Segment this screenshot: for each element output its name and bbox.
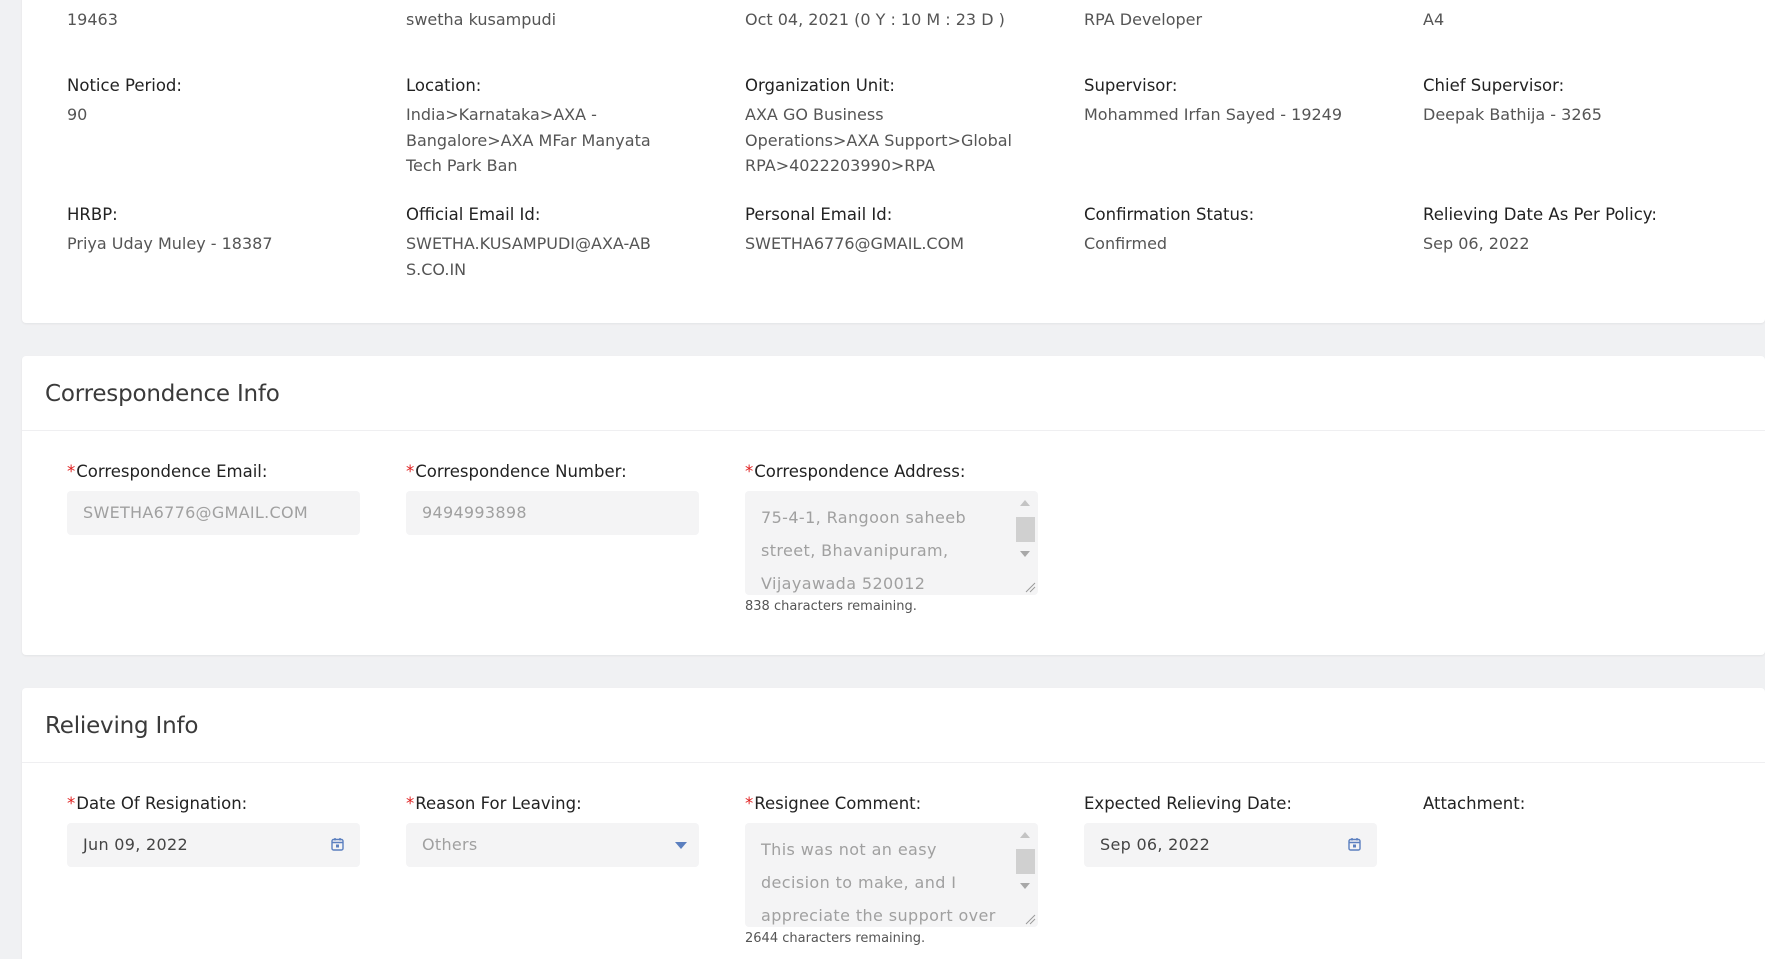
correspondence-address-field: *Correspondence Address: xyxy=(745,462,1045,481)
designation-field: RPA Developer xyxy=(1084,7,1384,33)
section-divider xyxy=(22,430,1765,431)
correspondence-number-field: *Correspondence Number: xyxy=(406,462,706,481)
relieving-date-policy-value: Sep 06, 2022 xyxy=(1423,234,1530,253)
joining-date-value: Oct 04, 2021 (0 Y : 10 M : 23 D ) xyxy=(745,10,1005,29)
scrollbar-thumb[interactable] xyxy=(1016,517,1035,542)
scroll-down-arrow-icon[interactable] xyxy=(1020,883,1030,889)
correspondence-email-field: *Correspondence Email: xyxy=(67,462,367,481)
scrollbar-thumb[interactable] xyxy=(1016,849,1035,874)
hrbp-field: HRBP: Priya Uday Muley - 18387 xyxy=(67,205,367,257)
resignee-comment-textarea[interactable]: This was not an easy decision to make, a… xyxy=(745,823,1038,927)
expected-relieving-date-label: Expected Relieving Date: xyxy=(1084,794,1292,813)
location-value: India>Karnataka>AXA - Bangalore>AXA MFar… xyxy=(406,105,651,175)
supervisor-label: Supervisor: xyxy=(1084,76,1178,95)
confirmation-status-label: Confirmation Status: xyxy=(1084,205,1255,224)
comment-characters-remaining: 2644 characters remaining. xyxy=(745,931,926,946)
section-divider xyxy=(22,762,1765,763)
date-of-resignation-value: Jun 09, 2022 xyxy=(83,835,188,854)
location-label: Location: xyxy=(406,76,482,95)
official-email-value: SWETHA.KUSAMPUDI@AXA-ABS.CO.IN xyxy=(406,234,651,279)
calendar-icon[interactable] xyxy=(1348,837,1361,851)
relieving-date-policy-field: Relieving Date As Per Policy: Sep 06, 20… xyxy=(1423,205,1723,257)
expected-relieving-date-field: Expected Relieving Date: xyxy=(1084,794,1384,813)
reason-for-leaving-value: Others xyxy=(422,835,478,854)
joining-date-field: Oct 04, 2021 (0 Y : 10 M : 23 D ) xyxy=(745,7,1065,33)
notice-period-field: Notice Period: 90 xyxy=(67,76,367,128)
relieving-date-policy-label: Relieving Date As Per Policy: xyxy=(1423,205,1657,224)
correspondence-address-textarea[interactable]: 75-4-1, Rangoon saheeb street, Bhavanipu… xyxy=(745,491,1038,595)
resize-handle-icon[interactable] xyxy=(1024,581,1036,593)
notice-period-label: Notice Period: xyxy=(67,76,182,95)
date-of-resignation-label: *Date Of Resignation: xyxy=(67,794,248,813)
employee-details-card: 19463 swetha kusampudi Oct 04, 2021 (0 Y… xyxy=(22,0,1765,323)
textarea-scrollbar[interactable] xyxy=(1015,827,1036,923)
correspondence-info-card: Correspondence Info *Correspondence Emai… xyxy=(22,356,1765,655)
relieving-info-title: Relieving Info xyxy=(45,713,199,739)
chevron-down-icon[interactable] xyxy=(675,842,687,849)
date-of-resignation-field: *Date Of Resignation: xyxy=(67,794,367,813)
correspondence-number-input[interactable]: 9494993898 xyxy=(406,491,699,535)
textarea-scrollbar[interactable] xyxy=(1015,495,1036,591)
attachment-label: Attachment: xyxy=(1423,794,1526,813)
correspondence-address-text: 75-4-1, Rangoon saheeb street, Bhavanipu… xyxy=(761,508,967,593)
calendar-icon[interactable] xyxy=(331,837,344,851)
attachment-field: Attachment: xyxy=(1423,794,1723,813)
scroll-down-arrow-icon[interactable] xyxy=(1020,551,1030,557)
required-mark: * xyxy=(406,462,415,481)
personal-email-field: Personal Email Id: SWETHA6776@GMAIL.COM xyxy=(745,205,1045,257)
correspondence-address-label: *Correspondence Address: xyxy=(745,462,966,481)
personal-email-value: SWETHA6776@GMAIL.COM xyxy=(745,234,964,253)
notice-period-value: 90 xyxy=(67,105,88,124)
supervisor-field: Supervisor: Mohammed Irfan Sayed - 19249 xyxy=(1084,76,1384,128)
chief-supervisor-value: Deepak Bathija - 3265 xyxy=(1423,105,1602,124)
reason-for-leaving-select[interactable]: Others xyxy=(406,823,699,867)
organization-unit-field: Organization Unit: AXA GO Business Opera… xyxy=(745,76,1020,179)
chief-supervisor-label: Chief Supervisor: xyxy=(1423,76,1565,95)
confirmation-status-field: Confirmation Status: Confirmed xyxy=(1084,205,1384,257)
resignee-comment-text: This was not an easy decision to make, a… xyxy=(761,840,996,925)
scroll-up-arrow-icon[interactable] xyxy=(1020,832,1030,838)
resignee-comment-field: *Resignee Comment: xyxy=(745,794,1045,813)
employee-id-value: 19463 xyxy=(67,10,118,29)
date-of-resignation-input[interactable]: Jun 09, 2022 xyxy=(67,823,360,867)
correspondence-email-input[interactable]: SWETHA6776@GMAIL.COM xyxy=(67,491,360,535)
official-email-label: Official Email Id: xyxy=(406,205,541,224)
designation-value: RPA Developer xyxy=(1084,10,1203,29)
grade-field: A4 xyxy=(1423,7,1723,33)
organization-unit-label: Organization Unit: xyxy=(745,76,895,95)
location-field: Location: India>Karnataka>AXA - Bangalor… xyxy=(406,76,691,179)
required-mark: * xyxy=(67,794,76,813)
scroll-up-arrow-icon[interactable] xyxy=(1020,500,1030,506)
personal-email-label: Personal Email Id: xyxy=(745,205,893,224)
required-mark: * xyxy=(745,462,754,481)
address-characters-remaining: 838 characters remaining. xyxy=(745,599,917,614)
organization-unit-value: AXA GO Business Operations>AXA Support>G… xyxy=(745,105,1012,175)
expected-relieving-date-value: Sep 06, 2022 xyxy=(1100,835,1211,854)
reason-for-leaving-label: *Reason For Leaving: xyxy=(406,794,582,813)
employee-id-field: 19463 xyxy=(67,7,367,33)
resignee-comment-label: *Resignee Comment: xyxy=(745,794,922,813)
required-mark: * xyxy=(745,794,754,813)
grade-value: A4 xyxy=(1423,10,1445,29)
chief-supervisor-field: Chief Supervisor: Deepak Bathija - 3265 xyxy=(1423,76,1723,128)
correspondence-info-title: Correspondence Info xyxy=(45,381,280,407)
reason-for-leaving-field: *Reason For Leaving: xyxy=(406,794,706,813)
resize-handle-icon[interactable] xyxy=(1024,913,1036,925)
correspondence-email-label: *Correspondence Email: xyxy=(67,462,268,481)
employee-name-field: swetha kusampudi xyxy=(406,7,706,33)
correspondence-number-label: *Correspondence Number: xyxy=(406,462,627,481)
required-mark: * xyxy=(67,462,76,481)
required-mark: * xyxy=(406,794,415,813)
relieving-info-card: Relieving Info *Date Of Resignation: Jun… xyxy=(22,688,1765,959)
hrbp-label: HRBP: xyxy=(67,205,118,224)
confirmation-status-value: Confirmed xyxy=(1084,234,1168,253)
supervisor-value: Mohammed Irfan Sayed - 19249 xyxy=(1084,105,1343,124)
hrbp-value: Priya Uday Muley - 18387 xyxy=(67,234,273,253)
employee-name-value: swetha kusampudi xyxy=(406,10,557,29)
official-email-field: Official Email Id: SWETHA.KUSAMPUDI@AXA-… xyxy=(406,205,651,282)
expected-relieving-date-input[interactable]: Sep 06, 2022 xyxy=(1084,823,1377,867)
